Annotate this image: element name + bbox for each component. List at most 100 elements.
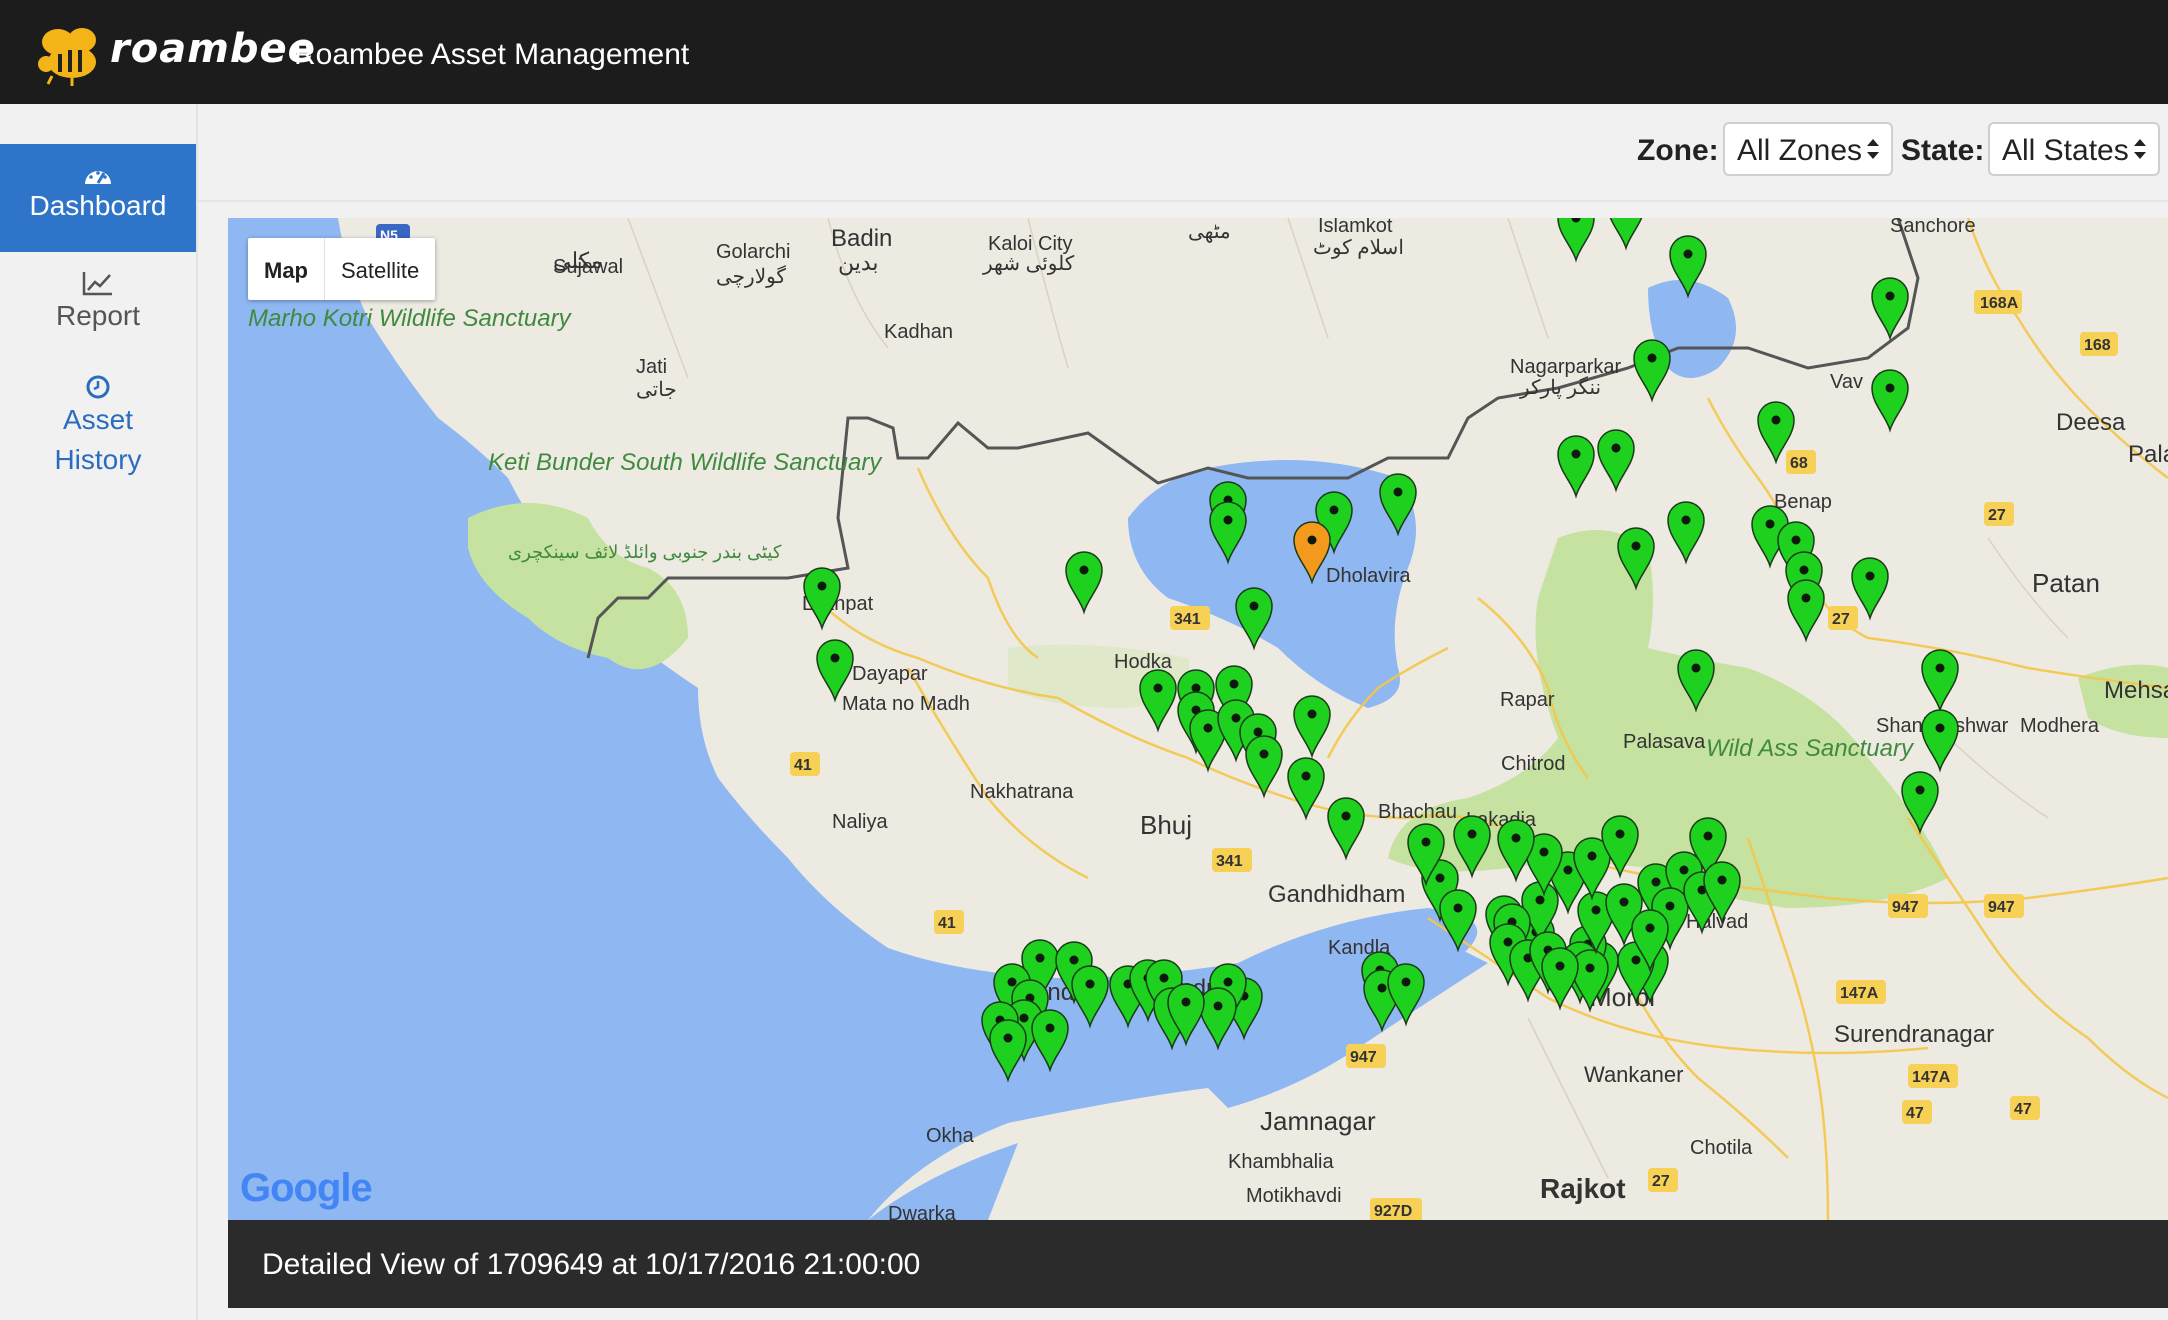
svg-text:گولارچی: گولارچی [716, 265, 786, 288]
sidebar-item-label: Asset History [54, 404, 142, 475]
sidebar-item-report[interactable]: Report [0, 270, 196, 350]
svg-text:68: 68 [1790, 455, 1808, 472]
road-badge: 947 [1888, 894, 1928, 918]
road-badge: 168 [2080, 332, 2118, 356]
svg-text:Dayapar: Dayapar [852, 663, 928, 685]
road-badge: 927D [1370, 1198, 1422, 1220]
svg-text:جاتی: جاتی [636, 379, 677, 401]
detail-bar: Detailed View of 1709649 at 10/17/2016 2… [228, 1220, 2168, 1308]
svg-text:947: 947 [1892, 899, 1919, 916]
svg-text:Palasava: Palasava [1623, 731, 1706, 753]
sidebar-item-label: Dashboard [29, 190, 167, 221]
zone-select[interactable]: All Zones [1723, 122, 1893, 176]
svg-text:Sujawal: Sujawal [553, 256, 623, 278]
road-badge: 947 [1984, 894, 2024, 918]
svg-text:Vav: Vav [1830, 371, 1863, 393]
road-badge: 47 [2010, 1096, 2040, 1120]
bee-icon [38, 28, 96, 86]
svg-text:168: 168 [2084, 337, 2111, 354]
select-caret-icon [1867, 139, 1879, 159]
map-type-control: Map Satellite [248, 238, 436, 300]
sidebar-item-asset-history[interactable]: Asset History [0, 374, 196, 494]
svg-text:Jamnagar: Jamnagar [1260, 1106, 1376, 1136]
logo-text: roambee [110, 26, 316, 72]
map-view[interactable]: 168A 168 68 27 27 341 341 41 41 947 947 … [228, 218, 2168, 1220]
svg-text:Wankaner: Wankaner [1584, 1062, 1683, 1087]
svg-text:Surendranagar: Surendranagar [1834, 1021, 1994, 1048]
dashboard-icon [85, 171, 111, 184]
svg-text:947: 947 [1350, 1049, 1377, 1066]
filter-bar: Zone: All Zones State: All States [198, 104, 2168, 202]
svg-text:Sanchore: Sanchore [1890, 218, 1976, 237]
road-badge: 341 [1170, 606, 1210, 630]
svg-text:147A: 147A [1840, 985, 1879, 1002]
svg-text:Rapar: Rapar [1500, 689, 1555, 711]
svg-text:Golarchi: Golarchi [716, 241, 790, 263]
svg-text:Kaloi City: Kaloi City [988, 233, 1072, 255]
road-badge: 41 [934, 910, 964, 934]
svg-text:Motikhavdi: Motikhavdi [1246, 1185, 1342, 1207]
svg-text:27: 27 [1832, 611, 1850, 628]
app-title: Roambee Asset Management [294, 38, 690, 71]
zone-select-value: All Zones [1737, 134, 1863, 167]
svg-text:اسلام کوٹ: اسلام کوٹ [1313, 237, 1404, 259]
svg-text:168A: 168A [1980, 295, 2019, 312]
top-navbar: roambee Roambee Asset Management [0, 0, 2168, 104]
line-chart-icon [82, 272, 112, 296]
svg-text:مٹھی: مٹھی [1188, 221, 1231, 243]
road-badge: 41 [790, 752, 820, 776]
svg-text:Jati: Jati [636, 356, 667, 378]
svg-text:Chotila: Chotila [1690, 1137, 1753, 1159]
road-badge: 68 [1786, 450, 1816, 474]
svg-text:Bhachau: Bhachau [1378, 801, 1457, 823]
sidebar-item-dashboard[interactable]: Dashboard [0, 144, 196, 252]
svg-text:Kadhan: Kadhan [884, 321, 953, 343]
svg-text:47: 47 [2014, 1101, 2032, 1118]
clock-icon [86, 375, 110, 399]
select-caret-icon [2134, 139, 2146, 159]
svg-text:Khambhalia: Khambhalia [1228, 1151, 1335, 1173]
svg-text:Nakhatrana: Nakhatrana [970, 781, 1074, 803]
road-badge: 147A [1908, 1064, 1958, 1088]
svg-text:Palanpur: Palanpur [2128, 441, 2168, 468]
svg-text:Nagarparkar: Nagarparkar [1510, 356, 1622, 378]
road-badge: 147A [1836, 980, 1886, 1004]
state-label: State: [1901, 134, 1985, 167]
svg-text:کلوئی شهر: کلوئی شهر [982, 253, 1075, 275]
svg-text:بدين: بدين [838, 250, 879, 276]
svg-text:47: 47 [1906, 1105, 1924, 1122]
svg-text:41: 41 [794, 757, 812, 774]
svg-text:Hodka: Hodka [1114, 651, 1173, 673]
road-badge: 168A [1974, 290, 2022, 314]
sidebar: Dashboard Report Asset History [0, 104, 198, 1320]
roambee-logo[interactable]: roambee [32, 20, 315, 86]
state-select[interactable]: All States [1988, 122, 2160, 176]
svg-text:کیٹی بندر جنوبی وائلڈ لائف سین: کیٹی بندر جنوبی وائلڈ لائف سینکچری [508, 542, 782, 563]
svg-text:927D: 927D [1374, 1203, 1412, 1220]
svg-text:341: 341 [1216, 853, 1243, 870]
detail-view-text: Detailed View of 1709649 at 10/17/2016 2… [262, 1248, 921, 1281]
state-select-value: All States [2002, 134, 2129, 167]
svg-text:41: 41 [938, 915, 956, 932]
road-badge: 47 [1902, 1100, 1932, 1124]
svg-text:Rajkot: Rajkot [1540, 1173, 1626, 1204]
road-badge: 27 [1828, 606, 1858, 630]
svg-text:Marho Kotri Wildlife Sanctuary: Marho Kotri Wildlife Sanctuary [248, 305, 573, 332]
svg-text:Deesa: Deesa [2056, 409, 2126, 436]
map-type-satellite-button[interactable]: Satellite [325, 238, 435, 300]
svg-text:947: 947 [1988, 899, 2015, 916]
svg-text:Mehsana: Mehsana [2104, 677, 2168, 704]
svg-text:341: 341 [1174, 611, 1201, 628]
sidebar-item-label: Report [55, 300, 141, 331]
svg-text:Dwarka: Dwarka [888, 1203, 957, 1220]
svg-text:Benap: Benap [1774, 491, 1832, 513]
map-type-map-button[interactable]: Map [248, 238, 325, 300]
svg-text:Modhera: Modhera [2020, 715, 2100, 737]
svg-text:Wild Ass Sanctuary: Wild Ass Sanctuary [1706, 735, 1915, 762]
svg-text:Naliya: Naliya [832, 811, 888, 833]
google-logo: Google [240, 1166, 373, 1210]
map-canvas[interactable]: 168A 168 68 27 27 341 341 41 41 947 947 … [228, 218, 2168, 1220]
svg-text:ننگر پارکر: ننگر پارکر [1519, 376, 1601, 399]
road-badge: 947 [1346, 1044, 1386, 1068]
svg-text:Okha: Okha [926, 1125, 975, 1147]
